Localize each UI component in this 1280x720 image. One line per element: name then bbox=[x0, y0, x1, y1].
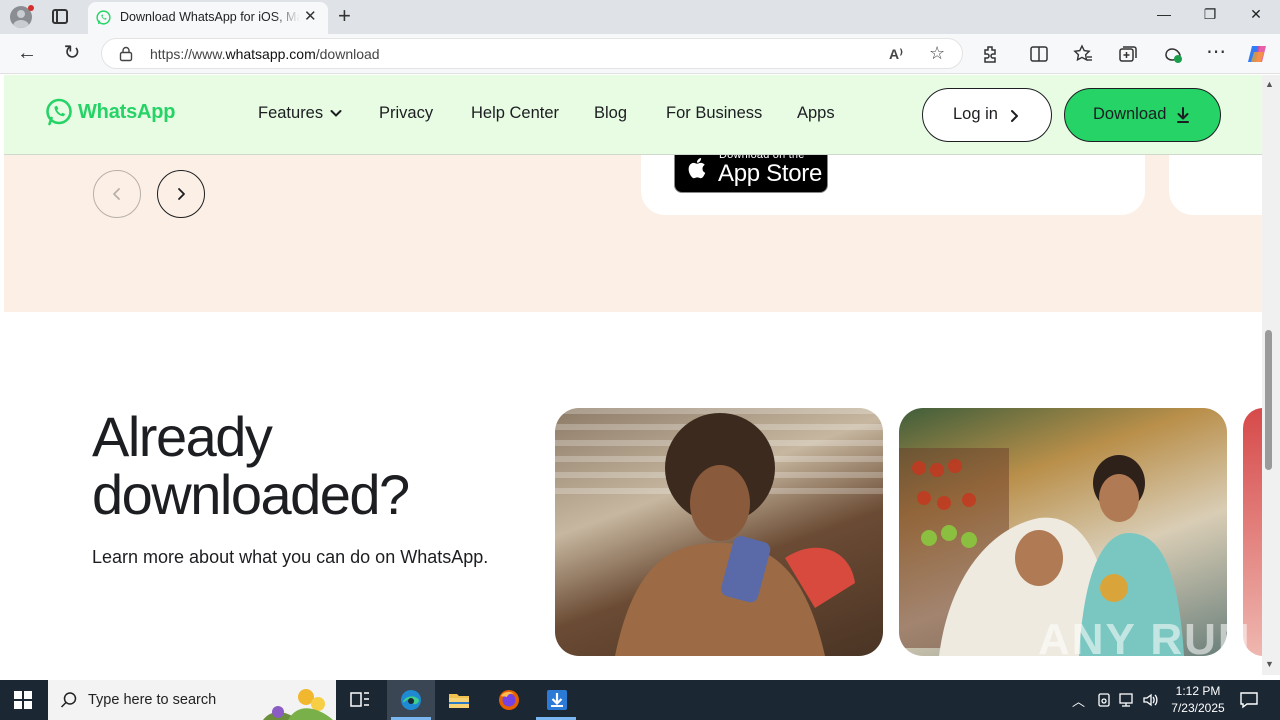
app-store-big-text: App Store bbox=[718, 160, 823, 187]
download-arrow-icon bbox=[1177, 107, 1189, 123]
read-aloud-icon[interactable]: A⁾ bbox=[889, 46, 903, 63]
collections-icon[interactable] bbox=[1117, 43, 1139, 65]
address-bar[interactable]: https://www.whatsapp.com/download A⁾ ☆ bbox=[101, 38, 963, 69]
whatsapp-logo-icon bbox=[46, 98, 72, 126]
windows-start-icon[interactable] bbox=[14, 691, 32, 709]
firefox-icon[interactable] bbox=[497, 688, 521, 712]
lock-icon[interactable] bbox=[119, 46, 133, 62]
scroll-up-icon[interactable]: ▲ bbox=[1265, 79, 1274, 89]
whatsapp-favicon-icon bbox=[96, 10, 111, 25]
restore-icon[interactable]: ❐ bbox=[1200, 6, 1220, 23]
login-button[interactable]: Log in bbox=[922, 88, 1052, 142]
tray-network-icon[interactable] bbox=[1118, 692, 1136, 708]
chevron-left-icon bbox=[113, 188, 120, 200]
tray-show-hidden-icon[interactable]: ︿ bbox=[1072, 691, 1085, 710]
anyrun-watermark: ANY RUN bbox=[1038, 615, 1252, 664]
chevron-right-icon bbox=[1011, 110, 1018, 122]
taskbar-search-box[interactable]: Type here to search bbox=[48, 680, 336, 720]
edge-browser-icon[interactable] bbox=[399, 688, 423, 712]
windows-taskbar: Type here to search ︿ 1:12 PM 7/23/2025 bbox=[0, 680, 1280, 720]
file-explorer-icon[interactable] bbox=[447, 688, 471, 712]
favorite-star-icon[interactable]: ☆ bbox=[929, 43, 945, 64]
installer-download-icon[interactable] bbox=[545, 688, 569, 712]
tab-actions-icon[interactable] bbox=[52, 9, 68, 24]
carousel-next-button[interactable] bbox=[157, 170, 205, 218]
minimize-icon[interactable]: — bbox=[1154, 6, 1174, 22]
task-view-icon[interactable] bbox=[348, 688, 372, 712]
chevron-right-icon bbox=[178, 188, 185, 200]
web-page: Download on the App Store WhatsApp Featu… bbox=[0, 75, 1262, 675]
photo-woman-with-phone[interactable] bbox=[555, 408, 883, 656]
nav-apps[interactable]: Apps bbox=[797, 104, 835, 123]
scroll-down-icon[interactable]: ▼ bbox=[1265, 659, 1274, 669]
already-downloaded-subtext: Learn more about what you can do on What… bbox=[92, 547, 489, 567]
clock-time: 1:12 PM bbox=[1175, 684, 1221, 698]
scrollbar-thumb[interactable] bbox=[1265, 330, 1272, 470]
chevron-down-icon bbox=[330, 110, 342, 117]
copilot-icon[interactable] bbox=[1246, 43, 1268, 65]
login-label: Log in bbox=[953, 105, 998, 123]
apple-logo-icon bbox=[688, 158, 706, 179]
clock-date: 7/23/2025 bbox=[1171, 701, 1225, 715]
address-url[interactable]: https://www.whatsapp.com/download bbox=[150, 46, 380, 62]
search-placeholder: Type here to search bbox=[88, 692, 217, 708]
carousel-prev-button[interactable] bbox=[93, 170, 141, 218]
search-icon bbox=[60, 692, 77, 708]
nav-privacy[interactable]: Privacy bbox=[379, 104, 433, 123]
download-button[interactable]: Download bbox=[1064, 88, 1221, 142]
extensions-icon[interactable] bbox=[980, 43, 1002, 65]
notification-center-icon[interactable] bbox=[1239, 690, 1259, 710]
refresh-icon[interactable]: ↻ bbox=[60, 42, 84, 64]
nav-features[interactable]: Features bbox=[258, 104, 342, 123]
nav-blog[interactable]: Blog bbox=[594, 104, 627, 123]
tray-device-icon[interactable] bbox=[1096, 692, 1112, 708]
browser-titlebar: Download WhatsApp for iOS, Mac and PC ✕ … bbox=[0, 0, 1280, 34]
taskbar-clock[interactable]: 1:12 PM 7/23/2025 bbox=[1160, 683, 1236, 717]
tray-volume-icon[interactable] bbox=[1142, 692, 1160, 708]
nav-help-center[interactable]: Help Center bbox=[471, 104, 559, 123]
browser-essentials-icon[interactable] bbox=[1162, 43, 1184, 65]
already-downloaded-heading: Already downloaded? bbox=[92, 405, 410, 526]
page-scrollbar[interactable]: ▲ ▼ bbox=[1262, 75, 1280, 675]
whatsapp-logo[interactable]: WhatsApp bbox=[44, 97, 175, 127]
whatsapp-logo-text: WhatsApp bbox=[78, 100, 176, 123]
site-header: WhatsApp Features Privacy Help Center Bl… bbox=[4, 75, 1262, 155]
settings-more-icon[interactable]: ⋯ bbox=[1204, 41, 1228, 63]
browser-tab-active[interactable]: Download WhatsApp for iOS, Mac and PC ✕ bbox=[88, 2, 328, 34]
profile-notification-dot bbox=[28, 5, 34, 11]
tab-close-icon[interactable]: ✕ bbox=[304, 9, 317, 25]
back-icon[interactable]: ← bbox=[15, 42, 39, 64]
window-close-icon[interactable]: ✕ bbox=[1246, 6, 1266, 23]
favorites-icon[interactable] bbox=[1072, 43, 1094, 65]
split-screen-icon[interactable] bbox=[1028, 43, 1050, 65]
download-label: Download bbox=[1093, 105, 1167, 123]
browser-toolbar: ← ↻ https://www.whatsapp.com/download A⁾… bbox=[0, 34, 1280, 74]
search-highlight-flowers-icon bbox=[263, 689, 333, 720]
nav-for-business[interactable]: For Business bbox=[666, 104, 762, 123]
new-tab-icon[interactable]: + bbox=[338, 5, 351, 27]
tab-title: Download WhatsApp for iOS, Mac and PC bbox=[120, 10, 300, 24]
